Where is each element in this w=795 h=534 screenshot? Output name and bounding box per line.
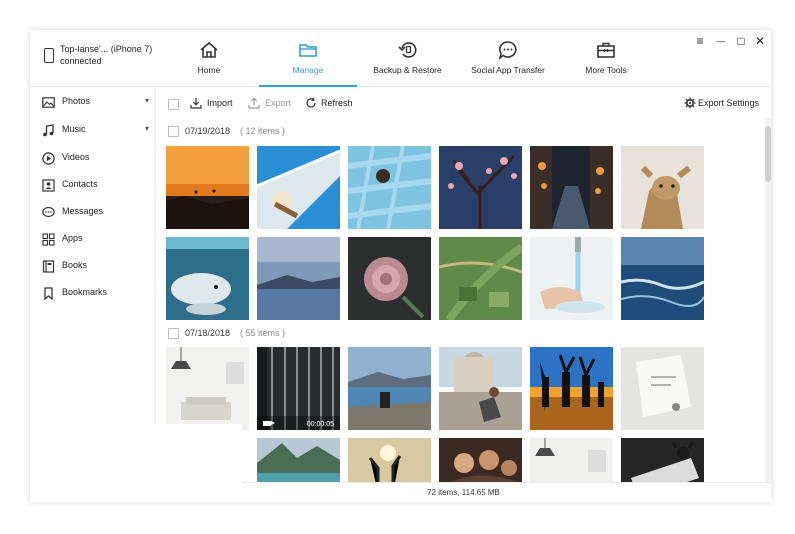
nav-more-tools[interactable]: More Tools — [570, 30, 642, 86]
photo-thumbnail[interactable] — [257, 146, 340, 229]
device-status: connected — [60, 56, 102, 66]
sidebar-item-label: Apps — [62, 233, 83, 243]
sidebar-item-music[interactable]: Music ▾ — [30, 121, 155, 143]
status-text: 72 items, 114.65 MB — [427, 488, 500, 497]
menu-icon[interactable]: ≡ — [693, 34, 707, 48]
nav-more-tools-label: More Tools — [585, 65, 627, 75]
sidebar-item-books[interactable]: Books — [30, 257, 155, 279]
group-count: ( 12 items ) — [240, 126, 286, 136]
scrollbar-thumb[interactable] — [765, 126, 771, 182]
background-mask — [30, 424, 242, 502]
gear-icon — [684, 97, 696, 109]
header-bar: Top-lanse'... (iPhone 7) connected Home … — [30, 30, 771, 87]
group-checkbox[interactable] — [168, 126, 179, 137]
photo-thumbnail[interactable] — [439, 146, 522, 229]
sidebar-item-label: Videos — [62, 152, 90, 162]
photo-thumbnail[interactable] — [166, 146, 249, 229]
export-icon — [248, 97, 260, 109]
play-circle-icon — [42, 152, 55, 165]
phone-icon — [44, 48, 54, 63]
toolbar: Import Export Refresh Export Settings — [156, 87, 771, 117]
photo-thumbnail[interactable] — [166, 347, 249, 430]
chat-bubble-icon — [498, 41, 517, 61]
photo-thumbnail[interactable] — [621, 146, 704, 229]
sidebar-item-label: Bookmarks — [62, 287, 108, 297]
status-bar: 72 items, 114.65 MB — [156, 482, 771, 502]
photo-thumbnail[interactable] — [621, 347, 704, 430]
photo-thumbnail[interactable] — [621, 438, 704, 482]
chevron-down-icon[interactable]: ▾ — [145, 124, 149, 133]
group-date: 07/19/2018 — [185, 126, 231, 136]
nav-manage-label: Manage — [292, 65, 324, 75]
apps-grid-icon — [42, 233, 55, 246]
photo-thumbnail[interactable] — [439, 438, 522, 482]
nav-backup-restore[interactable]: Backup & Restore — [365, 30, 450, 86]
photo-thumbnail[interactable] — [348, 146, 431, 229]
nav-manage[interactable]: Manage — [259, 30, 357, 87]
book-icon — [42, 260, 55, 273]
sidebar-item-videos[interactable]: Videos — [30, 149, 155, 171]
chevron-down-icon[interactable]: ▾ — [145, 96, 149, 105]
nav-home-label: Home — [197, 65, 221, 75]
backup-restore-icon — [397, 42, 416, 58]
sidebar-item-photos[interactable]: Photos ▾ — [30, 93, 155, 115]
scrollbar[interactable] — [765, 118, 771, 482]
nav-social-app-transfer[interactable]: Social App Transfer — [463, 30, 553, 86]
photo-thumbnail[interactable] — [530, 347, 613, 430]
nav-home[interactable]: Home — [170, 30, 248, 86]
home-icon — [200, 41, 218, 58]
photo-thumbnail[interactable] — [439, 347, 522, 430]
folder-icon — [299, 44, 317, 57]
photo-thumbnail[interactable] — [530, 146, 613, 229]
import-icon — [190, 98, 202, 109]
video-camera-icon — [263, 421, 275, 426]
music-note-icon — [43, 124, 54, 137]
sidebar-item-label: Messages — [62, 206, 104, 216]
photo-content: 07/19/2018 ( 12 items ) 07/18/2018 (55 … — [156, 118, 771, 482]
message-icon — [42, 206, 55, 218]
sidebar-item-label: Music — [62, 124, 86, 134]
image-icon — [42, 97, 55, 108]
sidebar-item-label: Photos — [62, 96, 91, 106]
sidebar-item-apps[interactable]: Apps — [30, 230, 155, 252]
sidebar-item-contacts[interactable]: Contacts — [30, 176, 155, 198]
sidebar-item-label: Books — [62, 260, 88, 270]
close-icon[interactable]: ✕ — [753, 34, 767, 48]
export-settings-button[interactable]: Export Settings — [698, 98, 759, 108]
photo-thumbnail[interactable] — [257, 438, 340, 482]
toolbox-icon — [597, 42, 615, 58]
photo-thumbnail[interactable] — [530, 237, 613, 320]
nav-backup-label: Backup & Restore — [373, 65, 442, 75]
photo-thumbnail[interactable] — [257, 237, 340, 320]
sidebar-item-messages[interactable]: Messages — [30, 203, 155, 225]
import-button[interactable]: Import — [207, 98, 233, 108]
bookmark-icon — [44, 287, 53, 300]
device-name: Top-lanse'... (iPhone 7) — [60, 44, 153, 54]
photo-thumbnail[interactable] — [621, 237, 704, 320]
contact-card-icon — [42, 179, 55, 192]
video-duration: 00:00:05 — [306, 421, 334, 428]
maximize-icon[interactable]: □ — [734, 34, 748, 48]
photo-thumbnail[interactable] — [348, 438, 431, 482]
photo-thumbnail[interactable] — [530, 438, 613, 482]
sidebar-item-label: Contacts — [62, 179, 98, 189]
group-count: ( 55 items ) — [240, 328, 286, 338]
refresh-icon — [306, 97, 316, 108]
export-button[interactable]: Export — [265, 98, 291, 108]
select-all-checkbox[interactable] — [168, 99, 179, 110]
photo-thumbnail[interactable] — [348, 237, 431, 320]
photo-thumbnail[interactable] — [166, 237, 249, 320]
photo-thumbnail[interactable] — [348, 347, 431, 430]
refresh-button[interactable]: Refresh — [321, 98, 353, 108]
minimize-icon[interactable]: — — [714, 36, 728, 46]
photo-thumbnail[interactable] — [439, 237, 522, 320]
video-thumbnail[interactable]: 00:00:05 — [257, 347, 340, 430]
group-checkbox[interactable] — [168, 328, 179, 339]
group-date: 07/18/2018 — [185, 328, 231, 338]
sidebar-item-bookmarks[interactable]: Bookmarks — [30, 284, 155, 306]
nav-social-label: Social App Transfer — [471, 65, 545, 75]
device-info[interactable]: Top-lanse'... (iPhone 7) connected — [42, 44, 162, 74]
